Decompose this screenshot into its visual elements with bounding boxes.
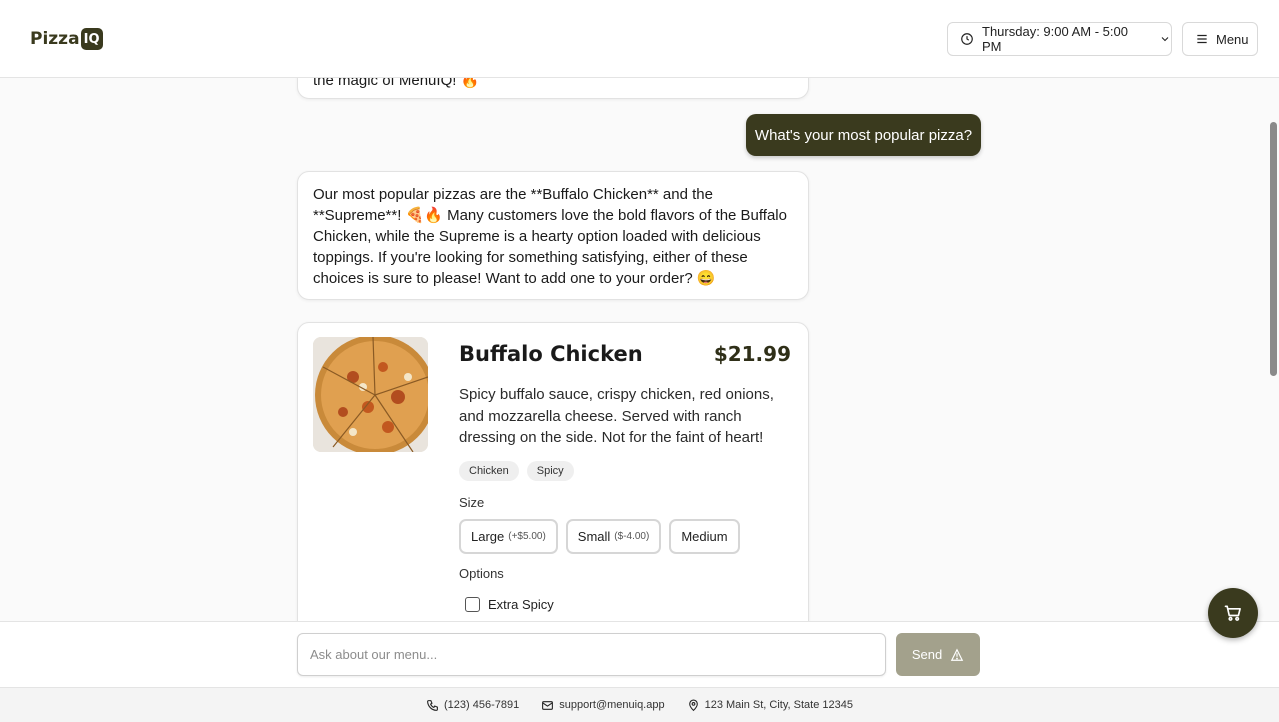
size-medium-button[interactable]: Medium — [669, 519, 740, 554]
chat-input[interactable] — [297, 633, 886, 676]
size-small-label: Small — [577, 529, 611, 544]
tag-chicken: Chicken — [459, 461, 519, 481]
option-extra-spicy[interactable]: Extra Spicy — [465, 597, 554, 612]
phone-text: (123) 456-7891 — [444, 699, 520, 711]
logo[interactable]: Pizza IQ — [30, 27, 103, 51]
bot-message-previous: the magic of MenuIQ! 🔥 — [297, 78, 809, 99]
footer-phone[interactable]: (123) 456-7891 — [426, 699, 519, 712]
options-label: Options — [459, 566, 504, 581]
logo-badge: IQ — [80, 28, 103, 50]
message-input-bar: Send — [0, 621, 1279, 687]
menu-label: Menu — [1216, 31, 1249, 47]
logo-text: Pizza — [30, 29, 80, 49]
size-medium-label: Medium — [681, 529, 728, 544]
product-name: Buffalo Chicken — [459, 342, 643, 366]
hamburger-icon — [1197, 34, 1207, 44]
size-selector: Large (+$5.00) Small ($-4.00) Medium — [459, 519, 740, 554]
chat-area: the magic of MenuIQ! 🔥 What's your most … — [0, 78, 1279, 621]
email-text: support@menuiq.app — [559, 699, 665, 711]
size-small-modifier: ($-4.00) — [614, 531, 650, 542]
product-tags: Chicken Spicy — [459, 461, 574, 481]
product-image — [313, 337, 428, 452]
clock-icon — [961, 33, 973, 45]
mail-icon — [542, 700, 554, 710]
send-label: Send — [911, 647, 943, 662]
top-header: Pizza IQ Thursday: 9:00 AM - 5:00 PM Menu — [0, 0, 1279, 78]
hours-label: Thursday: 9:00 AM - 5:00 PM — [982, 24, 1128, 54]
user-message: What's your most popular pizza? — [746, 114, 981, 156]
product-description: Spicy buffalo sauce, crispy chicken, red… — [459, 386, 774, 446]
scrollbar-thumb[interactable] — [1270, 122, 1277, 376]
chevron-down-icon — [1161, 37, 1169, 42]
size-large-label: Large — [471, 529, 505, 544]
phone-icon — [427, 699, 438, 711]
address-text: 123 Main St, City, State 12345 — [704, 699, 853, 711]
product-card: Buffalo Chicken $21.99 Spicy buffalo sau… — [297, 322, 809, 621]
size-small-button[interactable]: Small ($-4.00) — [565, 519, 662, 554]
footer: (123) 456-7891 support@menuiq.app 123 Ma… — [0, 687, 1279, 722]
size-large-modifier: (+$5.00) — [508, 531, 546, 542]
location-pin-icon — [688, 699, 698, 711]
cart-icon — [1224, 605, 1241, 621]
option-label: Extra Spicy — [488, 597, 554, 612]
send-icon — [950, 647, 964, 661]
footer-address[interactable]: 123 Main St, City, State 12345 — [687, 699, 853, 712]
product-price: $21.99 — [713, 342, 791, 366]
bot-message: Our most popular pizzas are the **Buffal… — [297, 171, 809, 300]
footer-email[interactable]: support@menuiq.app — [541, 699, 665, 712]
bot-message-text: the magic of MenuIQ! 🔥 — [313, 78, 480, 89]
extra-spicy-checkbox[interactable] — [465, 597, 480, 612]
send-button[interactable]: Send — [896, 633, 980, 676]
cart-button[interactable] — [1208, 588, 1258, 638]
business-hours-dropdown[interactable]: Thursday: 9:00 AM - 5:00 PM — [947, 22, 1172, 56]
tag-spicy: Spicy — [526, 461, 574, 481]
size-large-button[interactable]: Large (+$5.00) — [459, 519, 558, 554]
size-label: Size — [459, 495, 485, 510]
menu-button[interactable]: Menu — [1182, 22, 1258, 56]
user-message-text: What's your most popular pizza? — [754, 126, 973, 144]
bot-message-text: Our most popular pizzas are the **Buffal… — [313, 186, 787, 287]
